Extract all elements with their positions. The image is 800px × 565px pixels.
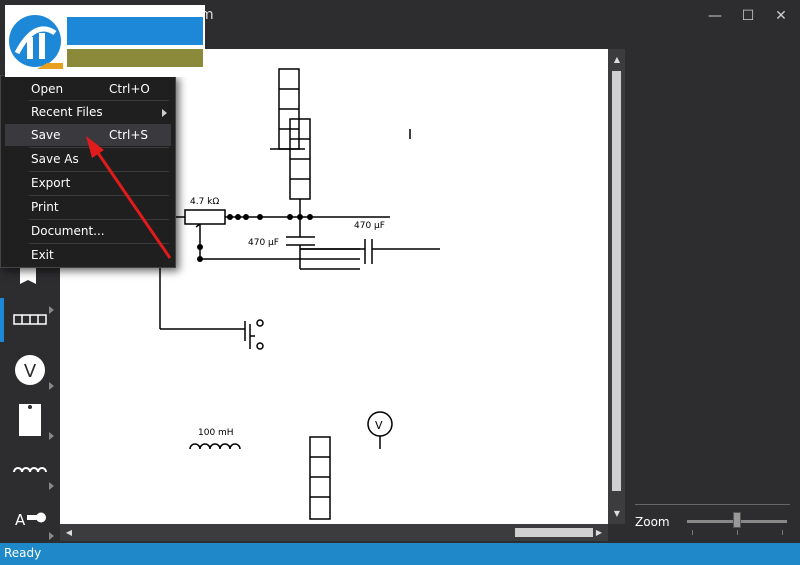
- resistor: [184, 209, 226, 225]
- vertical-scroll-thumb[interactable]: [612, 71, 621, 491]
- voltmeter-label: V: [375, 419, 383, 432]
- status-bar: Ready: [0, 543, 800, 565]
- tool-voltmeter[interactable]: V: [0, 344, 60, 396]
- zoom-divider: [635, 504, 790, 505]
- zoom-label: Zoom: [635, 515, 670, 529]
- menu-item-export[interactable]: Export: [5, 172, 171, 194]
- inductor-label: 100 mH: [198, 428, 234, 438]
- capacitor-label: 470 µF: [354, 221, 385, 231]
- zoom-tick: [692, 530, 693, 535]
- horizontal-scroll-thumb[interactable]: [515, 528, 593, 537]
- scroll-left-icon[interactable]: ◀: [62, 528, 76, 538]
- zoom-tick: [782, 530, 783, 535]
- svg-text:V: V: [24, 361, 37, 382]
- scroll-down-icon[interactable]: ▼: [610, 509, 624, 519]
- resistor-label: 4.7 kΩ: [190, 197, 219, 207]
- maximize-button[interactable]: ☐: [738, 6, 758, 26]
- menu-item-open[interactable]: Open Ctrl+O: [5, 78, 171, 100]
- logo-icon: [9, 15, 63, 69]
- right-panel: Zoom: [625, 32, 800, 543]
- file-menu: Open Ctrl+O Recent Files Save Ctrl+S Sav…: [0, 75, 176, 268]
- vertical-scrollbar[interactable]: ▲ ▼: [608, 49, 625, 524]
- minimize-button[interactable]: —: [705, 6, 725, 26]
- submenu-arrow-icon: [162, 109, 167, 117]
- capacitor-label: 470 µF: [248, 238, 279, 248]
- logo-banner: [67, 17, 203, 45]
- menu-item-save[interactable]: Save Ctrl+S: [5, 124, 171, 146]
- tool-grid[interactable]: [0, 294, 60, 346]
- close-button[interactable]: ✕: [771, 6, 791, 26]
- menu-item-save-as[interactable]: Save As: [5, 148, 171, 170]
- horizontal-scrollbar[interactable]: ◀ ▶: [60, 524, 608, 541]
- stacked-component: [309, 436, 331, 520]
- menu-item-recent-files[interactable]: Recent Files: [5, 101, 171, 123]
- inductor: [189, 443, 241, 450]
- scroll-up-icon[interactable]: ▲: [610, 55, 624, 65]
- scroll-right-icon[interactable]: ▶: [592, 528, 606, 538]
- menu-item-exit[interactable]: Exit: [5, 244, 171, 266]
- zoom-slider-thumb[interactable]: [733, 512, 741, 528]
- app-logo: [5, 5, 205, 77]
- menu-item-document[interactable]: Document...: [5, 220, 171, 242]
- status-text: Ready: [4, 546, 42, 560]
- tool-text[interactable]: A: [0, 494, 60, 546]
- tool-component[interactable]: [0, 394, 60, 446]
- svg-text:A: A: [15, 511, 26, 529]
- menu-item-print[interactable]: Print: [5, 196, 171, 218]
- tool-inductor[interactable]: [0, 444, 60, 496]
- component-toolbar: V A: [0, 268, 60, 543]
- grid-icon: [13, 314, 47, 325]
- logo-banner: [67, 49, 203, 67]
- zoom-tick: [737, 530, 738, 535]
